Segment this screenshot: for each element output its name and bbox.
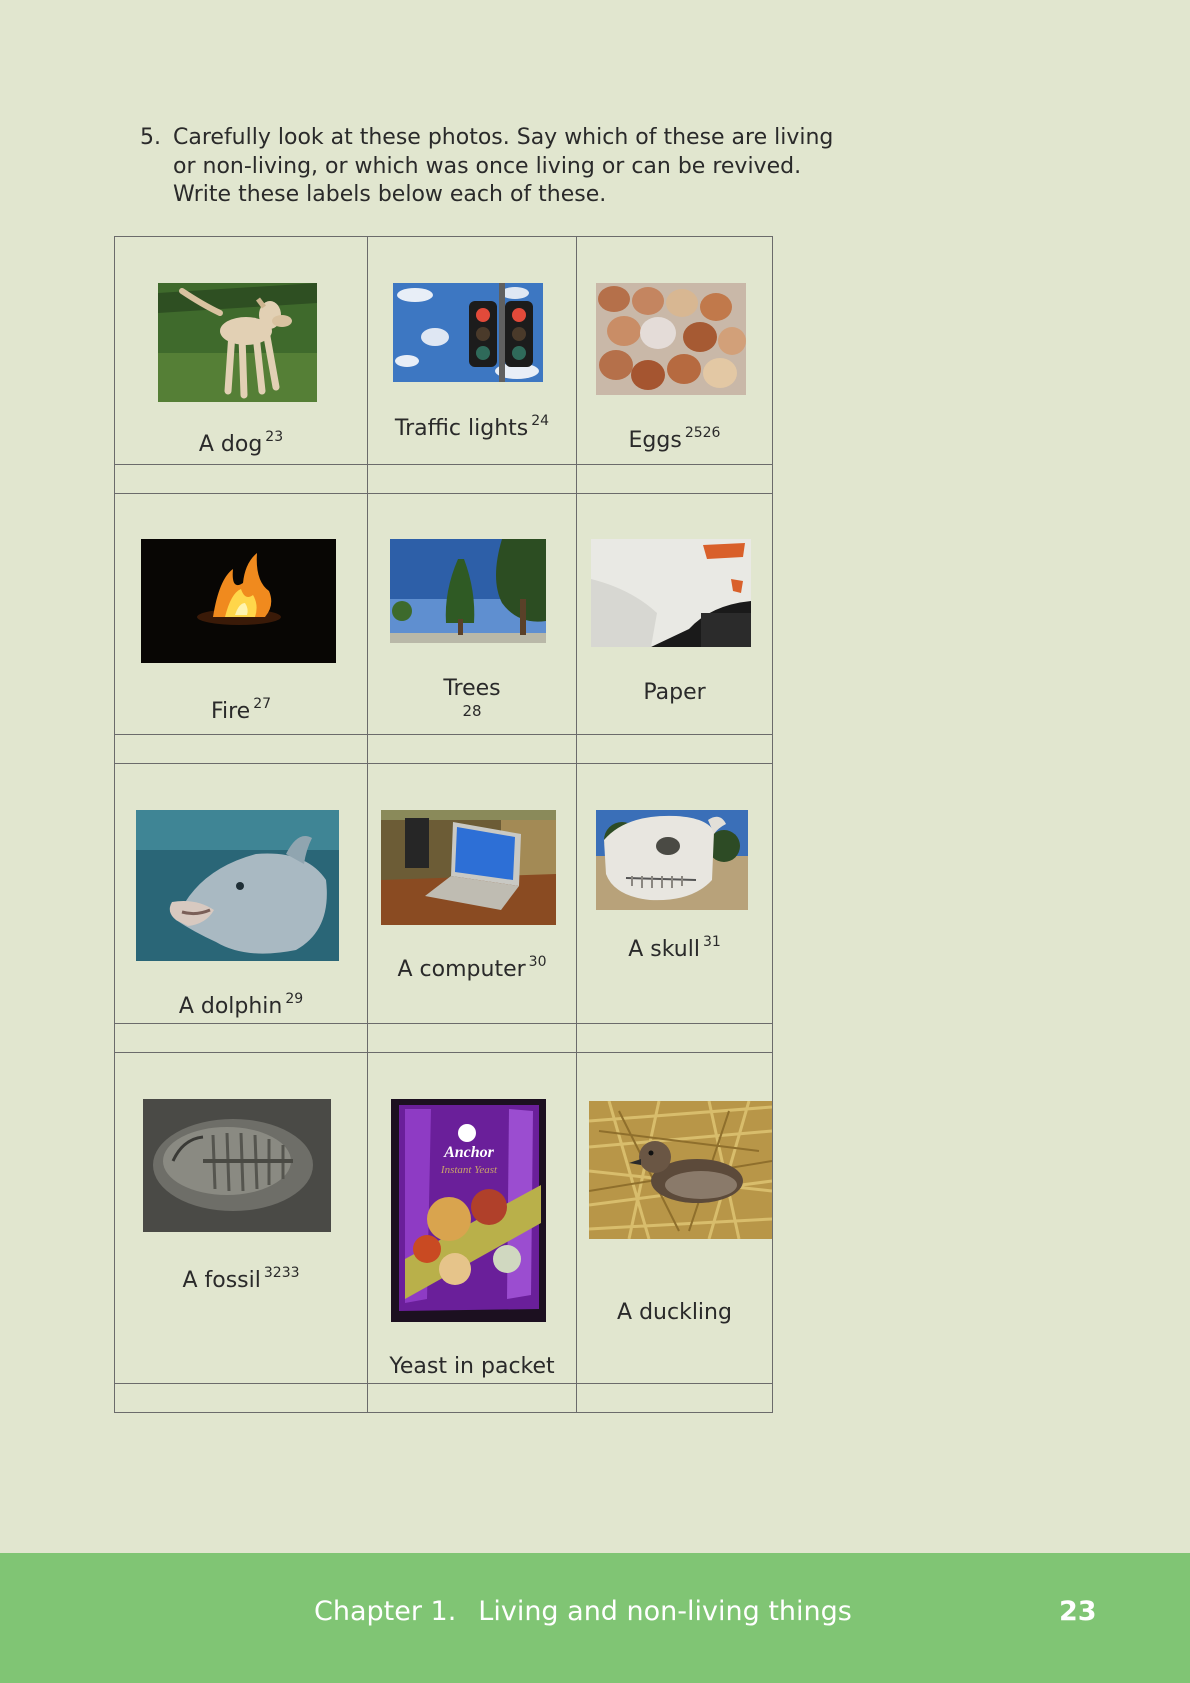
- question-5: 5. Carefully look at these photos. Say w…: [140, 124, 900, 210]
- label-cell[interactable]: [576, 1023, 773, 1053]
- question-line: Write these labels below each of these.: [173, 182, 607, 207]
- dog-photo: [158, 283, 317, 402]
- page-number: 23: [1059, 1596, 1097, 1627]
- question-line: Carefully look at these photos. Say whic…: [173, 125, 834, 150]
- photo-cell-dolphin: A dolphin 29: [114, 763, 368, 1024]
- label-cell[interactable]: [367, 464, 577, 494]
- label-cell[interactable]: [367, 734, 577, 764]
- eggs-photo: [596, 283, 746, 395]
- label-row: [114, 1383, 773, 1413]
- photo-cell-duckling: A duckling: [576, 1052, 773, 1384]
- photo-cell-traffic-lights: Traffic lights 24: [367, 236, 577, 465]
- label-cell[interactable]: [367, 1383, 577, 1413]
- caption-computer: A computer 30: [397, 954, 547, 982]
- question-line: or non-living, or which was once living …: [173, 153, 802, 179]
- question-text: Carefully look at these photos. Say whic…: [173, 124, 900, 210]
- fossil-photo: [143, 1099, 331, 1232]
- trees-photo: [390, 539, 546, 643]
- label-cell[interactable]: [576, 1383, 773, 1413]
- caption-duckling: A duckling: [617, 1300, 732, 1325]
- packet-sub-text: Instant Yeast: [440, 1164, 498, 1176]
- photo-cell-yeast: Anchor Instant Yeast Yeast in packet: [367, 1052, 577, 1384]
- paper-photo: [591, 539, 751, 647]
- duckling-photo: [589, 1101, 772, 1239]
- chapter-label: Chapter 1.: [314, 1596, 457, 1627]
- photo-cell-fossil: A fossil 3233: [114, 1052, 368, 1384]
- caption-eggs: Eggs 2526: [628, 425, 721, 453]
- photo-cell-trees: Trees 28: [367, 493, 577, 735]
- label-row: [114, 1023, 773, 1053]
- photo-cell-fire: Fire 27: [114, 493, 368, 735]
- label-row: [114, 734, 773, 764]
- photo-table: A dog 23 Traffic lights 24 Eggs 2526 Fir…: [114, 236, 773, 1413]
- caption-fire: Fire 27: [210, 696, 272, 724]
- chapter-footer: Chapter 1. Living and non-living things 2…: [0, 1553, 1190, 1683]
- yeast-packet-photo: Anchor Instant Yeast: [391, 1099, 546, 1322]
- caption-dog: A dog 23: [198, 429, 284, 457]
- caption-trees-ref: 28: [462, 702, 482, 720]
- computer-photo: [381, 810, 556, 925]
- caption-skull: A skull 31: [628, 934, 721, 962]
- photo-cell-skull: A skull 31: [576, 763, 773, 1024]
- photo-cell-computer: A computer 30: [367, 763, 577, 1024]
- label-cell[interactable]: [114, 1023, 368, 1053]
- label-cell[interactable]: [114, 464, 368, 494]
- photo-cell-dog: A dog 23: [114, 236, 368, 465]
- caption-dolphin: A dolphin 29: [178, 991, 304, 1019]
- label-cell[interactable]: [114, 734, 368, 764]
- caption-yeast: Yeast in packet: [389, 1354, 555, 1379]
- skull-photo: [596, 810, 748, 910]
- photo-row: A dolphin 29 A computer 30 A skull 31: [114, 763, 773, 1024]
- label-row: [114, 464, 773, 494]
- caption-paper: Paper: [643, 680, 706, 705]
- photo-cell-eggs: Eggs 2526: [576, 236, 773, 465]
- caption-trees: Trees: [443, 676, 501, 701]
- photo-cell-paper: Paper: [576, 493, 773, 735]
- chapter-name: Living and non-living things: [478, 1596, 852, 1627]
- label-cell[interactable]: [114, 1383, 368, 1413]
- photo-row: Fire 27 Trees 28 Paper: [114, 493, 773, 735]
- photo-row: A fossil 3233 Anchor Instant Yeast Yeast…: [114, 1052, 773, 1384]
- question-number: 5.: [140, 125, 161, 150]
- fire-photo: [141, 539, 336, 663]
- dolphin-photo: [136, 810, 339, 961]
- packet-brand-text: Anchor: [443, 1144, 495, 1161]
- label-cell[interactable]: [576, 464, 773, 494]
- caption-traffic-lights: Traffic lights 24: [394, 413, 550, 441]
- label-cell[interactable]: [367, 1023, 577, 1053]
- chapter-title: Chapter 1. Living and non-living things: [314, 1596, 852, 1627]
- photo-row: A dog 23 Traffic lights 24 Eggs 2526: [114, 236, 773, 465]
- label-cell[interactable]: [576, 734, 773, 764]
- caption-fossil: A fossil 3233: [182, 1265, 300, 1293]
- traffic-lights-photo: [393, 283, 543, 382]
